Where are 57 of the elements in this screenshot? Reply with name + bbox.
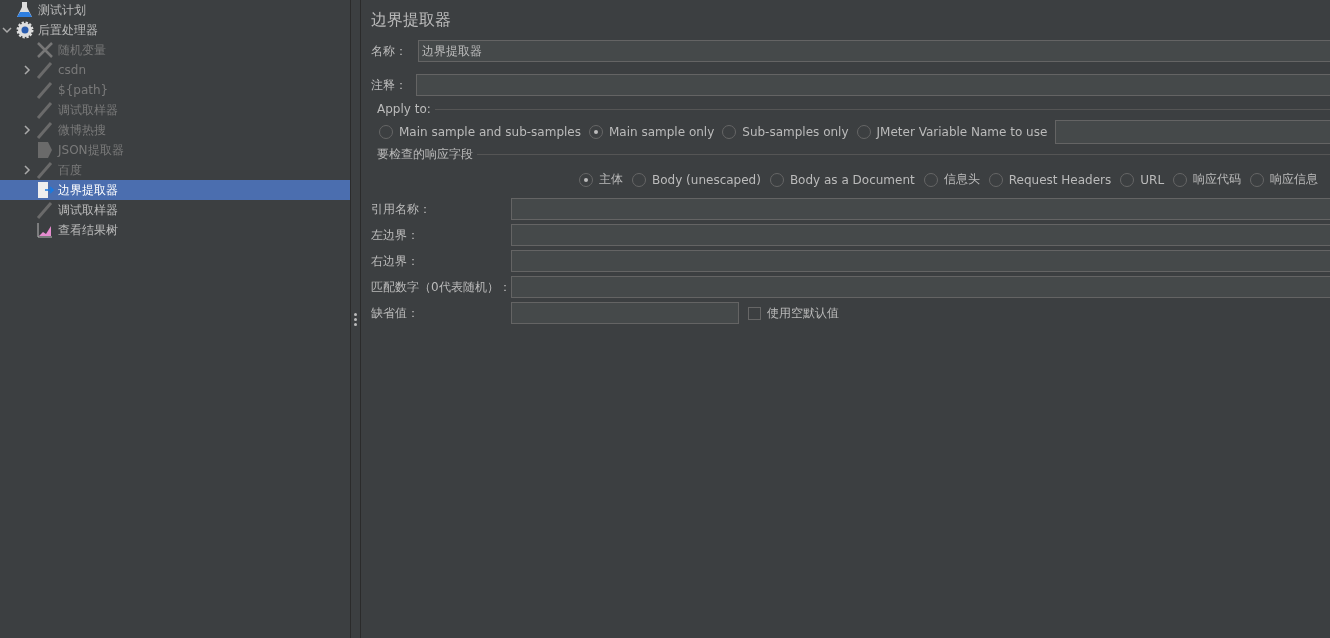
field-label: 左边界： (371, 226, 420, 244)
tree-item-label: 调试取样器 (58, 201, 118, 219)
pen-icon (36, 81, 54, 99)
radio-option[interactable]: 主体 (579, 171, 623, 188)
chart-icon (36, 221, 54, 239)
tree-item-label: ${path} (58, 83, 109, 97)
radio-option[interactable]: Main sample and sub-samples (379, 125, 581, 139)
gear-icon (16, 21, 34, 39)
text-field[interactable] (511, 250, 1330, 272)
radio-option[interactable]: Main sample only (589, 125, 715, 139)
radio-option[interactable]: Body as a Document (769, 172, 915, 187)
field-label: 右边界： (371, 252, 420, 270)
text-field[interactable] (511, 198, 1330, 220)
tree-item-label: 微博热搜 (58, 121, 106, 139)
pen-icon (36, 201, 54, 219)
tree-item[interactable]: 后置处理器 (0, 20, 350, 40)
radio-option[interactable]: 响应信息 (1250, 171, 1319, 188)
pen-icon (36, 61, 54, 79)
selected-tree-item[interactable]: 边界提取器 (0, 180, 350, 200)
radio-option[interactable]: Body (unescaped) (632, 172, 761, 187)
document-icon (36, 141, 54, 159)
field-label: 注释： (371, 76, 408, 94)
name-field[interactable]: 边界提取器 (418, 40, 1330, 62)
group-legend: Apply to: (377, 102, 431, 116)
radio-option[interactable]: URL (1120, 172, 1165, 187)
tree-item-label: csdn (58, 63, 87, 77)
tree-item[interactable]: 测试计划 (0, 0, 350, 20)
text-field[interactable] (511, 224, 1330, 246)
pen-icon (36, 101, 54, 119)
field-label: 名称： (371, 42, 408, 60)
radio-option[interactable]: 响应代码 (1173, 171, 1242, 188)
tree-item[interactable]: 查看结果树 (0, 220, 350, 240)
tree-item-label: 测试计划 (38, 1, 86, 19)
pen-icon (36, 121, 54, 139)
tree-item-label: 边界提取器 (58, 181, 118, 199)
tree-item-label: 查看结果树 (58, 221, 118, 239)
text-field[interactable] (511, 276, 1330, 298)
radio-option[interactable]: JMeter Variable Name to use (856, 125, 1048, 139)
radio-option[interactable]: 信息头 (923, 171, 980, 188)
tree-item-label: 后置处理器 (38, 21, 98, 39)
radio-option[interactable]: Request Headers (988, 172, 1112, 187)
field-label: 匹配数字（0代表随机）： (371, 278, 511, 296)
tree-item[interactable]: 调试取样器 (0, 200, 350, 220)
pen-icon (36, 161, 54, 179)
tree-item-label: 百度 (58, 161, 82, 179)
checkbox-option[interactable]: 使用空默认值 (748, 304, 839, 322)
panel-title: 边界提取器 (371, 10, 452, 31)
comment-field[interactable] (416, 74, 1330, 96)
group-legend: 要检查的响应字段 (377, 146, 473, 163)
expanded-chevron-icon[interactable] (2, 25, 12, 35)
field-label: 引用名称： (371, 200, 432, 218)
document-arrow-icon (36, 181, 54, 199)
default-value-field[interactable] (511, 302, 739, 324)
flask-icon (16, 1, 34, 19)
variable-name-field[interactable] (1055, 120, 1330, 144)
field-label: 缺省值： (371, 304, 420, 322)
radio-option[interactable]: Sub-samples only (722, 125, 849, 139)
